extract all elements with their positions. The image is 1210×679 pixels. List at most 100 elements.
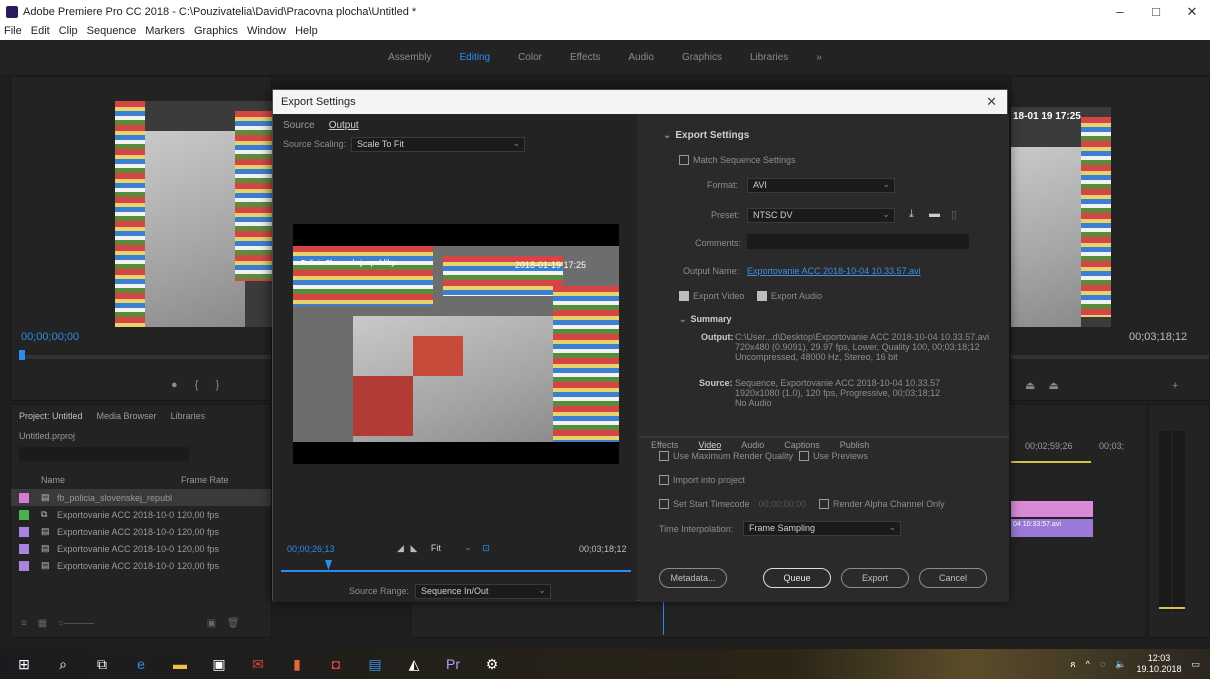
workspace-assembly[interactable]: Assembly [388,52,431,63]
clock[interactable]: 12:03 19.10.2018 [1136,653,1181,675]
cancel-button[interactable]: Cancel [919,568,987,588]
source-range-dropdown[interactable]: Sequence In/Out ⌄ [415,584,551,599]
workspace-libraries[interactable]: Libraries [750,52,788,63]
tab-output[interactable]: Output [329,120,359,131]
import-preset-icon[interactable]: ▬ [929,208,940,220]
workspace-effects[interactable]: Effects [570,52,600,63]
add-button-icon[interactable]: + [1172,380,1178,392]
file-explorer-icon[interactable]: ▬ [165,649,195,679]
extract-icon[interactable]: ⏏ [1048,380,1058,392]
zoom-out-icon[interactable]: ◢ [397,543,404,553]
timeline-clip[interactable] [1011,501,1093,517]
notifications-icon[interactable]: ▭ [1191,659,1200,670]
match-sequence-checkbox[interactable]: Match Sequence Settings [679,154,796,166]
output-name-link[interactable]: Exportovanie ACC 2018-10-04 10.33.57.avi [747,266,921,276]
preview-scrub-bar[interactable] [281,570,631,572]
comments-input[interactable] [747,234,969,249]
list-view-icon[interactable]: ≡ [21,618,27,629]
workspace-graphics[interactable]: Graphics [682,52,722,63]
tab-source[interactable]: Source [283,120,315,131]
menu-help[interactable]: Help [295,24,318,40]
menu-file[interactable]: File [4,24,22,40]
outlook-icon[interactable]: ▤ [360,649,390,679]
use-previews-checkbox[interactable]: Use Previews [799,450,868,462]
project-item[interactable]: ▤ Exportovanie ACC 2018-10-0 120,00 fps [11,557,271,574]
set-start-timecode-checkbox[interactable]: Set Start Timecode 00;00;00;00 [659,498,806,510]
tab-media-browser[interactable]: Media Browser [97,411,157,421]
volume-icon[interactable]: 🔈 [1115,659,1126,670]
start-icon[interactable]: ⊞ [9,649,39,679]
workspace-color[interactable]: Color [518,52,542,63]
workspace-more-icon[interactable]: » [816,52,822,63]
search-icon[interactable]: ⌕ [48,649,78,679]
export-settings-header[interactable]: ⌄ Export Settings [663,130,749,141]
mark-in-icon[interactable]: { [195,379,199,391]
preview-playhead[interactable] [325,560,332,570]
source-playhead[interactable] [19,350,25,360]
metadata-button[interactable]: Metadata... [659,568,727,588]
menu-edit[interactable]: Edit [31,24,50,40]
import-into-project-checkbox[interactable]: Import into project [659,474,745,486]
close-window-button[interactable]: ✕ [1174,0,1210,24]
workspace-editing[interactable]: Editing [459,52,490,63]
save-preset-icon[interactable]: ⤓ [909,208,914,221]
column-name[interactable]: Name [41,475,181,485]
project-item[interactable]: ▤ fb_policia_slovenskej_republ [11,489,271,506]
store-icon[interactable]: ▣ [204,649,234,679]
time-interpolation-dropdown[interactable]: Frame Sampling ⌄ [743,521,901,536]
fit-dropdown[interactable]: Fit ⌄ [426,542,476,557]
preset-dropdown[interactable]: NTSC DV ⌄ [747,208,895,223]
crop-icon[interactable]: ⊡ [482,543,490,553]
menu-sequence[interactable]: Sequence [87,24,137,40]
mail-icon[interactable]: ✉ [243,649,273,679]
settings-icon[interactable]: ⚙ [477,649,507,679]
export-video-checkbox[interactable]: Export Video [679,290,744,302]
menu-markers[interactable]: Markers [145,24,185,40]
new-item-icon[interactable]: ▣ [207,618,216,629]
zoom-slider[interactable]: ○——— [58,618,94,629]
timeline-clip-label[interactable]: 04 10:33:57.avi [1011,519,1093,537]
premiere-taskbar-icon[interactable]: Pr [438,649,468,679]
network-icon[interactable]: ◌ [1100,659,1105,669]
tab-libraries[interactable]: Libraries [171,411,206,421]
icon-view-icon[interactable]: ▦ [38,618,47,629]
minimize-button[interactable]: – [1102,0,1138,24]
source-scaling-dropdown[interactable]: Scale To Fit ⌄ [351,137,525,152]
project-item[interactable]: ⧉ Exportovanie ACC 2018-10-0 120,00 fps [11,506,271,523]
task-view-icon[interactable]: ⧉ [87,649,117,679]
photos-icon[interactable]: ◭ [399,649,429,679]
render-alpha-checkbox[interactable]: Render Alpha Channel Only [819,498,945,510]
project-item[interactable]: ▤ Exportovanie ACC 2018-10-0 120,00 fps [11,523,271,540]
delete-icon[interactable]: 🗑 [227,618,240,629]
source-scrub-bar[interactable] [21,355,271,359]
summary-header[interactable]: ⌄ Summary [679,314,732,325]
dialog-close-icon[interactable]: ✕ [986,94,997,110]
start-timecode-value[interactable]: 00;00;00;00 [759,499,807,509]
edge-icon[interactable]: e [126,649,156,679]
lift-icon[interactable]: ⏏ [1025,380,1035,392]
powerpoint-icon[interactable]: ▮ [282,649,312,679]
format-dropdown[interactable]: AVI ⌄ [747,178,895,193]
menu-window[interactable]: Window [247,24,286,40]
column-frame-rate[interactable]: Frame Rate [181,475,229,485]
export-audio-checkbox[interactable]: Export Audio [757,290,822,302]
menu-graphics[interactable]: Graphics [194,24,238,40]
menu-clip[interactable]: Clip [59,24,78,40]
export-button[interactable]: Export [841,568,909,588]
zoom-in-icon[interactable]: ◣ [410,543,417,553]
delete-preset-icon[interactable]: ▯ [951,208,957,221]
max-render-quality-checkbox[interactable]: Use Maximum Render Quality [659,450,793,462]
project-item[interactable]: ▤ Exportovanie ACC 2018-10-0 120,00 fps [11,540,271,557]
queue-button[interactable]: Queue [763,568,831,588]
tray-chevron-icon[interactable]: ^ [1086,659,1090,669]
people-icon[interactable]: ጸ [1070,659,1075,670]
project-search-input[interactable] [19,447,189,461]
program-scrub-bar[interactable] [1011,355,1209,359]
mark-out-icon[interactable]: } [215,379,219,391]
workspace-audio[interactable]: Audio [628,52,654,63]
app-icon[interactable]: ◘ [321,649,351,679]
add-marker-icon[interactable]: ● [171,379,178,391]
maximize-button[interactable]: □ [1138,0,1174,24]
tab-project[interactable]: Project: Untitled [19,411,83,421]
label-color-swatch [19,526,29,537]
